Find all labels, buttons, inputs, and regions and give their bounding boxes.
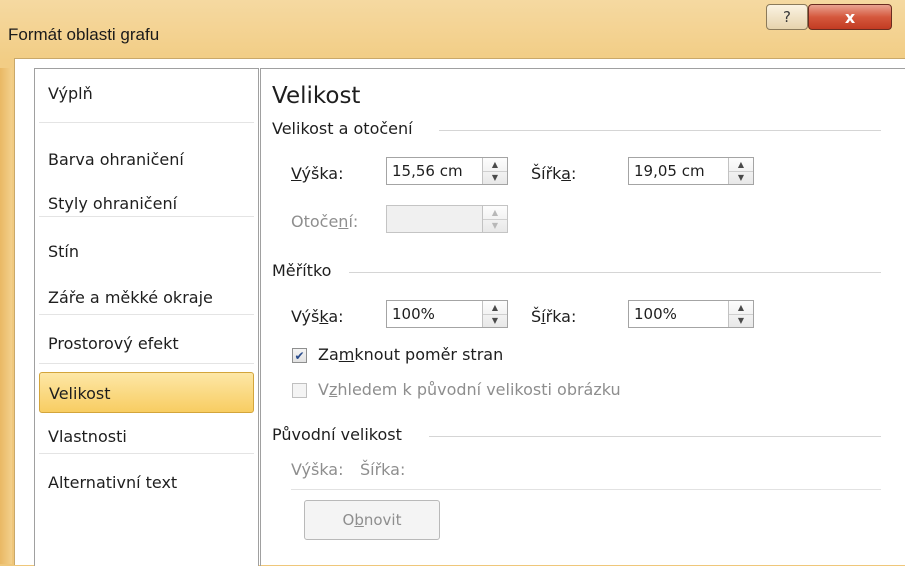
spin-up-icon[interactable]: ▲ — [483, 158, 507, 172]
width-input[interactable] — [629, 158, 724, 184]
width-label: Šířka: — [531, 164, 577, 183]
nav-item-shadow[interactable]: Stín — [39, 231, 254, 272]
scale-height-label: Výška: — [291, 307, 344, 326]
scale-width-spin-buttons[interactable]: ▲ ▼ — [728, 301, 753, 327]
original-size-group-title: Původní velikost — [272, 425, 402, 444]
close-icon: x — [844, 7, 856, 27]
window-border — [0, 68, 12, 564]
nav-item-properties[interactable]: Vlastnosti — [39, 416, 254, 457]
spin-up-icon[interactable]: ▲ — [729, 158, 753, 172]
spin-up-icon[interactable]: ▲ — [483, 301, 507, 315]
scale-width-input[interactable] — [629, 301, 724, 327]
category-list: Výplň Barva ohraničení Styly ohraničení … — [34, 68, 259, 566]
nav-item-glow-soft-edges[interactable]: Záře a měkké okraje — [39, 277, 254, 318]
spin-down-icon[interactable]: ▼ — [729, 171, 753, 184]
nav-divider — [39, 216, 254, 217]
nav-divider — [39, 314, 254, 315]
nav-item-fill[interactable]: Výplň — [39, 73, 254, 114]
group-divider — [291, 489, 881, 490]
height-spin-buttons[interactable]: ▲ ▼ — [482, 158, 507, 184]
reset-button: Obnovit — [304, 500, 440, 540]
relative-original-checkbox — [292, 383, 307, 398]
help-button[interactable]: ? — [766, 4, 808, 30]
original-width-label: Šířka: — [360, 460, 406, 479]
width-spinner[interactable]: ▲ ▼ — [628, 157, 754, 185]
dialog-window: Formát oblasti grafu ? x Výplň Barva ohr… — [0, 0, 905, 566]
spin-down-icon: ▼ — [491, 221, 499, 230]
height-label: Výška: — [291, 164, 344, 183]
height-spinner[interactable]: ▲ ▼ — [386, 157, 508, 185]
dialog-title: Formát oblasti grafu — [8, 25, 160, 44]
size-rotation-group-title: Velikost a otočení — [272, 119, 413, 138]
spin-down-icon[interactable]: ▼ — [483, 171, 507, 184]
lock-aspect-checkbox[interactable]: ✔ — [292, 348, 307, 363]
size-panel: Velikost Velikost a otočení Výška: ▲ ▼ Š… — [260, 68, 905, 566]
nav-item-border-styles[interactable]: Styly ohraničení — [39, 183, 254, 224]
nav-divider — [39, 122, 254, 123]
rotation-input — [387, 206, 482, 232]
spin-up-icon: ▲ — [483, 206, 507, 220]
scale-height-spinner[interactable]: ▲ ▼ — [386, 300, 508, 328]
help-icon: ? — [783, 8, 791, 26]
scale-width-label: Šířka: — [531, 307, 577, 326]
rotation-label: Otočení: — [291, 212, 359, 231]
spin-down-icon[interactable]: ▼ — [729, 314, 753, 327]
rotation-spin-buttons: ▲ ▼ — [482, 206, 507, 232]
group-divider — [439, 130, 881, 131]
panel-heading: Velikost — [272, 83, 361, 109]
nav-item-3d-format[interactable]: Prostorový efekt — [39, 323, 254, 364]
relative-original-label: Vzhledem k původní velikosti obrázku — [318, 380, 621, 399]
nav-divider — [39, 363, 254, 364]
dialog-body: Výplň Barva ohraničení Styly ohraničení … — [14, 58, 905, 566]
group-divider — [429, 436, 881, 437]
nav-item-border-color[interactable]: Barva ohraničení — [39, 139, 254, 180]
scale-width-spinner[interactable]: ▲ ▼ — [628, 300, 754, 328]
group-divider — [349, 272, 881, 273]
original-height-label: Výška: — [291, 460, 344, 479]
close-button[interactable]: x — [808, 4, 892, 30]
checkmark-icon: ✔ — [294, 348, 305, 363]
width-spin-buttons[interactable]: ▲ ▼ — [728, 158, 753, 184]
scale-height-input[interactable] — [387, 301, 482, 327]
spin-up-icon[interactable]: ▲ — [729, 301, 753, 315]
scale-group-title: Měřítko — [272, 261, 332, 280]
rotation-spinner: ▲ ▼ — [386, 205, 508, 233]
lock-aspect-label[interactable]: Zamknout poměr stran — [318, 345, 503, 364]
nav-item-size[interactable]: Velikost — [39, 372, 254, 413]
height-input[interactable] — [387, 158, 482, 184]
reset-button-label: Obnovit — [342, 511, 402, 529]
spin-down-icon[interactable]: ▼ — [483, 314, 507, 327]
nav-divider — [39, 453, 254, 454]
nav-item-alt-text[interactable]: Alternativní text — [39, 462, 254, 503]
scale-height-spin-buttons[interactable]: ▲ ▼ — [482, 301, 507, 327]
